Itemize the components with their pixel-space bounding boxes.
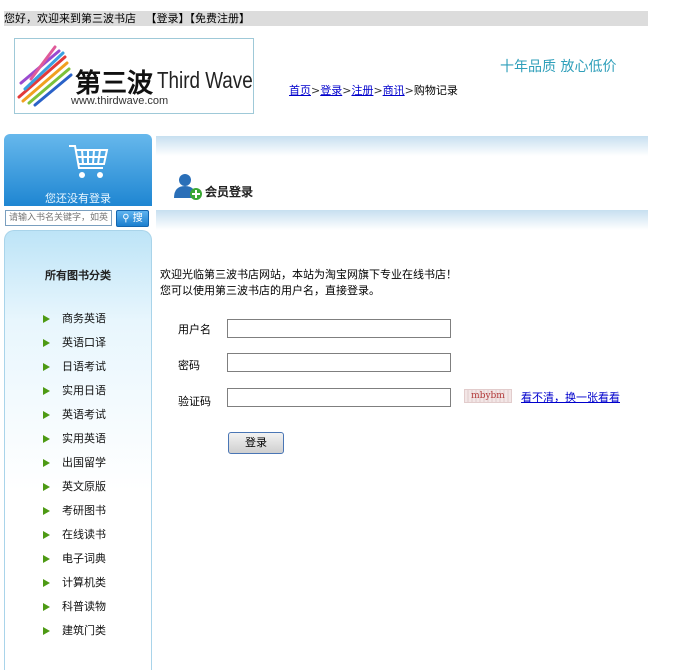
header-divider-bar xyxy=(156,136,648,156)
breadcrumb-home[interactable]: 首页 xyxy=(289,84,311,97)
arrow-right-icon xyxy=(43,627,50,635)
arrow-right-icon xyxy=(43,411,50,419)
arrow-right-icon xyxy=(43,579,50,587)
category-panel: 所有图书分类 商务英语 英语口译 日语考试 实用日语 英语考试 实用英语 出国留… xyxy=(4,230,152,670)
welcome-text-1: 欢迎光临第三波书店网站，本站为淘宝网旗下专业在线书店！ xyxy=(160,268,457,281)
member-login-title: 会员登录 xyxy=(205,185,254,199)
slogan: 十年品质 放心低价 xyxy=(500,59,617,75)
logo-english-name: Third Wave xyxy=(157,67,253,93)
logo-wave-icon xyxy=(17,45,73,107)
category-label: 电子词典 xyxy=(62,552,106,565)
password-label: 密码 xyxy=(178,359,200,372)
site-logo[interactable]: 第三波 Third Wave www.thirdwave.com xyxy=(14,38,254,114)
category-label: 英语考试 xyxy=(62,408,106,421)
category-label: 商务英语 xyxy=(62,312,106,325)
cart-panel: 您还没有登录 xyxy=(4,134,152,206)
category-label: 建筑门类 xyxy=(62,624,106,637)
login-button[interactable]: 登录 xyxy=(228,432,284,454)
search-button-label: 搜 xyxy=(132,213,143,224)
category-item[interactable]: 计算机类 xyxy=(43,575,106,599)
category-item[interactable]: 英文原版 xyxy=(43,479,106,503)
category-item[interactable]: 商务英语 xyxy=(43,311,106,335)
username-input[interactable] xyxy=(227,319,451,338)
breadcrumb-login[interactable]: 登录 xyxy=(320,84,342,97)
cart-login-status: 您还没有登录 xyxy=(45,192,111,205)
arrow-right-icon xyxy=(43,363,50,371)
breadcrumb-register[interactable]: 注册 xyxy=(351,84,373,97)
search-button[interactable]: ⚲ 搜 xyxy=(116,210,149,227)
arrow-right-icon xyxy=(43,459,50,467)
category-list: 商务英语 英语口译 日语考试 实用日语 英语考试 实用英语 出国留学 英文原版 … xyxy=(43,311,106,647)
arrow-right-icon xyxy=(43,531,50,539)
member-add-icon xyxy=(174,174,202,200)
arrow-right-icon xyxy=(43,483,50,491)
arrow-right-icon xyxy=(43,315,50,323)
category-item[interactable]: 电子词典 xyxy=(43,551,106,575)
login-link[interactable]: 【登录】 xyxy=(146,12,190,25)
category-item[interactable]: 日语考试 xyxy=(43,359,106,383)
breadcrumb-sep: > xyxy=(373,84,383,97)
welcome-text-2: 您可以使用第三波书店的用户名，直接登录。 xyxy=(160,284,380,297)
category-item[interactable]: 英语考试 xyxy=(43,407,106,431)
category-item[interactable]: 在线读书 xyxy=(43,527,106,551)
password-input[interactable] xyxy=(227,353,451,372)
category-label: 科普读物 xyxy=(62,600,106,613)
shopping-cart-icon[interactable] xyxy=(67,142,111,182)
category-label: 英语口译 xyxy=(62,336,106,349)
arrow-right-icon xyxy=(43,339,50,347)
register-link[interactable]: 【免费注册】 xyxy=(190,12,251,25)
category-label: 考研图书 xyxy=(62,504,106,517)
category-label: 实用日语 xyxy=(62,384,106,397)
breadcrumb-purchase-history: 购物记录 xyxy=(413,84,458,97)
category-item[interactable]: 科普读物 xyxy=(43,599,106,623)
breadcrumb: 首页>登录>注册>商讯>购物记录 xyxy=(289,82,458,98)
category-label: 实用英语 xyxy=(62,432,106,445)
breadcrumb-sep: > xyxy=(311,84,321,97)
username-label: 用户名 xyxy=(178,323,211,336)
search-icon: ⚲ xyxy=(122,213,130,224)
arrow-right-icon xyxy=(43,507,50,515)
captcha-input[interactable] xyxy=(227,388,451,407)
greeting-text: 您好，欢迎来到第三波书店 xyxy=(4,12,136,25)
category-item[interactable]: 考研图书 xyxy=(43,503,106,527)
category-item[interactable]: 出国留学 xyxy=(43,455,106,479)
captcha-image[interactable]: mbybm xyxy=(464,389,512,403)
category-item[interactable]: 英语口译 xyxy=(43,335,106,359)
breadcrumb-sep: > xyxy=(404,84,414,97)
category-item[interactable]: 实用英语 xyxy=(43,431,106,455)
captcha-refresh-link[interactable]: 看不清，换一张看看 xyxy=(521,389,620,405)
breadcrumb-news[interactable]: 商讯 xyxy=(383,84,405,97)
section-divider-bar xyxy=(156,210,648,230)
arrow-right-icon xyxy=(43,387,50,395)
category-item[interactable]: 实用日语 xyxy=(43,383,106,407)
top-greeting-bar: 您好，欢迎来到第三波书店 【登录】【免费注册】 xyxy=(4,11,648,26)
book-search-input[interactable] xyxy=(5,210,112,226)
category-label: 计算机类 xyxy=(62,576,106,589)
logo-url: www.thirdwave.com xyxy=(71,95,169,107)
arrow-right-icon xyxy=(43,603,50,611)
category-label: 日语考试 xyxy=(62,360,106,373)
category-label: 出国留学 xyxy=(62,456,106,469)
arrow-right-icon xyxy=(43,555,50,563)
category-item[interactable]: 建筑门类 xyxy=(43,623,106,647)
category-title: 所有图书分类 xyxy=(45,269,111,282)
arrow-right-icon xyxy=(43,435,50,443)
category-label: 在线读书 xyxy=(62,528,106,541)
captcha-label: 验证码 xyxy=(178,395,211,408)
category-label: 英文原版 xyxy=(62,480,106,493)
